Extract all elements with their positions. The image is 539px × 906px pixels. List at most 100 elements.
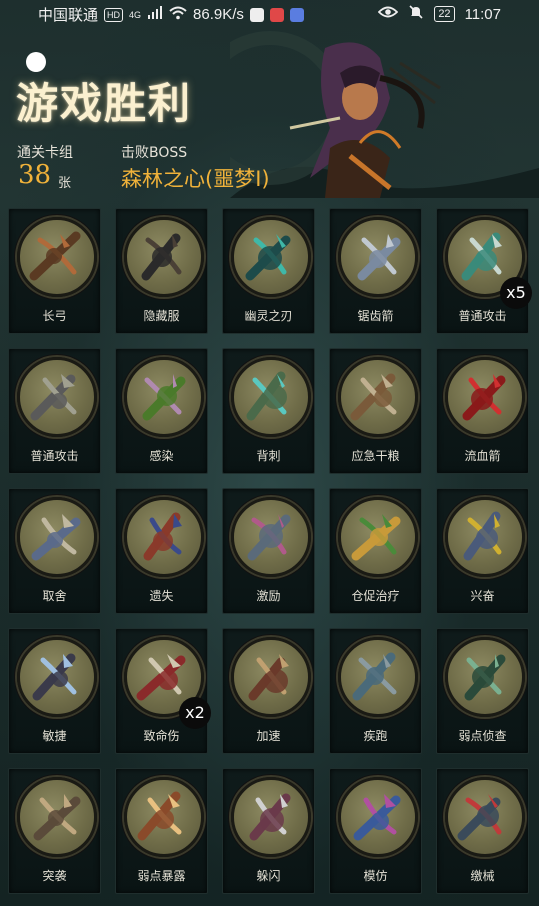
card-label: 加速 <box>256 729 281 743</box>
card-label: 仓促治疗 <box>351 589 400 603</box>
status-left: 中国联通 HD 4G 86.9K/s <box>38 4 304 25</box>
card-item[interactable]: 激励 <box>222 488 315 614</box>
excite-icon <box>445 497 525 577</box>
card-grid: 长弓 隐藏服 幽灵之刃 锯齿箭 普通攻击 x5 普通攻击 感染 背刺 应急干粮 流血箭 取舍 遗失 激励仓… <box>8 208 533 906</box>
haste-icon <box>231 637 311 717</box>
disarm-icon <box>445 777 525 857</box>
lost-icon <box>124 497 204 577</box>
trade-off-icon <box>17 497 97 577</box>
card-label: 弱点侦查 <box>458 729 507 743</box>
infection-icon <box>124 357 204 437</box>
wifi-icon <box>169 6 187 24</box>
agility-icon <box>17 637 97 717</box>
card-label: 弱点暴露 <box>137 869 186 883</box>
hooded-cloak-icon <box>124 217 204 297</box>
card-label: 躲闪 <box>256 869 281 883</box>
card-label: 背刺 <box>256 449 281 463</box>
page-title: 游戏胜利 <box>16 79 193 128</box>
card-label: 隐藏服 <box>143 309 180 323</box>
hasty-heal-icon <box>338 497 418 577</box>
card-label: 突袭 <box>42 869 67 883</box>
network-gen: 4G <box>129 9 142 20</box>
app-notification-icon <box>289 7 304 22</box>
card-item[interactable]: 模仿 <box>329 768 422 894</box>
card-count-badge: x2 <box>179 697 211 729</box>
archer-illustration <box>230 31 539 198</box>
card-item[interactable]: 突袭 <box>8 768 101 894</box>
boss-label: 击败BOSS <box>121 145 188 161</box>
card-label: 模仿 <box>363 869 388 883</box>
sprint-icon <box>338 637 418 717</box>
indicator-dot <box>26 52 46 72</box>
card-item[interactable]: 锯齿箭 <box>329 208 422 334</box>
network-speed: 86.9K/s <box>193 6 244 23</box>
card-label: 长弓 <box>42 309 67 323</box>
battery-icon: 22 <box>434 6 455 22</box>
card-item[interactable]: 感染 <box>115 348 208 474</box>
carrier-text: 中国联通 <box>38 7 99 24</box>
card-item[interactable]: 隐藏服 <box>115 208 208 334</box>
card-item[interactable]: 长弓 <box>8 208 101 334</box>
card-item[interactable]: 缴械 <box>436 768 529 894</box>
card-item[interactable]: 弱点侦查 <box>436 628 529 754</box>
card-label: 缴械 <box>470 869 495 883</box>
arrow-volley-icon <box>17 357 97 437</box>
inspire-icon <box>231 497 311 577</box>
dodge-icon <box>231 777 311 857</box>
card-label: 锯齿箭 <box>357 309 394 323</box>
deck-label: 通关卡组 <box>17 145 73 161</box>
card-item[interactable]: 兴奋 <box>436 488 529 614</box>
deck-unit: 张 <box>58 176 72 191</box>
longbow-icon <box>17 217 97 297</box>
card-item[interactable]: 普通攻击 <box>8 348 101 474</box>
card-label: 感染 <box>149 449 174 463</box>
app-notification-icon <box>269 7 284 22</box>
card-item[interactable]: 流血箭 <box>436 348 529 474</box>
rations-icon <box>338 357 418 437</box>
card-label: 幽灵之刃 <box>244 309 293 323</box>
status-bar: 中国联通 HD 4G 86.9K/s 22 11:07 <box>0 0 539 28</box>
card-item[interactable]: 遗失 <box>115 488 208 614</box>
card-item[interactable]: 普通攻击 x5 <box>436 208 532 334</box>
card-label: 兴奋 <box>470 589 495 603</box>
serrated-arrow-icon <box>338 217 418 297</box>
eye-icon <box>378 5 399 23</box>
backstab-icon <box>231 357 311 437</box>
status-right: 22 11:07 <box>378 4 501 24</box>
card-item[interactable]: 躲闪 <box>222 768 315 894</box>
card-label: 普通攻击 <box>30 449 79 463</box>
app-notification-icon <box>249 7 264 22</box>
raid-icon <box>17 777 97 857</box>
ghost-blade-icon <box>231 217 311 297</box>
hd-badge: HD <box>104 7 124 22</box>
card-label: 致命伤 <box>143 729 180 743</box>
clock: 11:07 <box>464 5 501 23</box>
mimic-icon <box>338 777 418 857</box>
card-label: 普通攻击 <box>458 309 507 323</box>
weakness-scout-icon <box>445 637 525 717</box>
card-item[interactable]: 致命伤 x2 <box>115 628 211 754</box>
boss-name: 森林之心(噩梦I) <box>121 167 270 191</box>
card-label: 敏捷 <box>42 729 67 743</box>
mute-bell-icon <box>408 4 424 24</box>
card-item[interactable]: 应急干粮 <box>329 348 422 474</box>
card-item[interactable]: 加速 <box>222 628 315 754</box>
deck-count: 38 <box>18 160 52 190</box>
card-item[interactable]: 仓促治疗 <box>329 488 422 614</box>
card-label: 激励 <box>256 589 281 603</box>
signal-icon <box>147 5 163 24</box>
weakness-expose-icon <box>124 777 204 857</box>
card-item[interactable]: 幽灵之刃 <box>222 208 315 334</box>
card-item[interactable]: 背刺 <box>222 348 315 474</box>
card-label: 遗失 <box>149 589 174 603</box>
card-item[interactable]: 取舍 <box>8 488 101 614</box>
card-item[interactable]: 弱点暴露 <box>115 768 208 894</box>
card-label: 疾跑 <box>363 729 388 743</box>
card-count-badge: x5 <box>500 277 532 309</box>
card-label: 流血箭 <box>464 449 501 463</box>
card-label: 取舍 <box>42 589 67 603</box>
card-item[interactable]: 敏捷 <box>8 628 101 754</box>
bleeding-arrow-icon <box>445 357 525 437</box>
card-label: 应急干粮 <box>351 449 400 463</box>
card-item[interactable]: 疾跑 <box>329 628 422 754</box>
